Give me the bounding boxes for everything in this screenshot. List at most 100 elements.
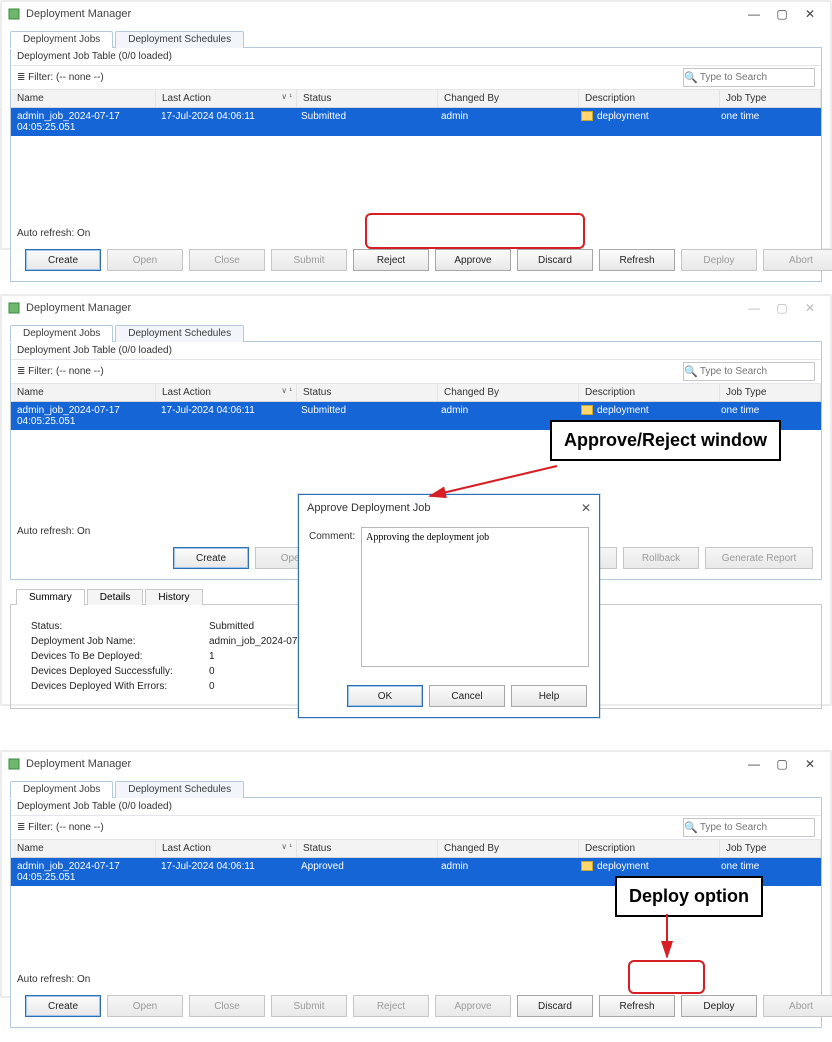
col-status[interactable]: Status [297,90,438,107]
dialog-cancel-button[interactable]: Cancel [429,685,505,707]
col-name[interactable]: Name [11,90,156,107]
col-job-type[interactable]: Job Type [720,384,821,401]
dialog-help-button[interactable]: Help [511,685,587,707]
filter-label[interactable]: Filter: (-- none --) [17,822,104,833]
window-close-button[interactable]: ✕ [796,754,824,774]
cell-job-type: one time [715,108,821,136]
titlebar: Deployment Manager — ▢ ✕ [2,2,830,26]
tab-history[interactable]: History [145,589,202,605]
folder-icon [581,861,593,871]
summary-success-label: Devices Deployed Successfully: [31,664,209,679]
discard-button[interactable]: Discard [517,249,593,271]
window-minimize-button[interactable]: — [740,4,768,24]
action-button-bar: Create Open Close Submit Reject Approve … [11,243,821,281]
window-maximize-button[interactable]: ▢ [768,754,796,774]
deployment-manager-window-1: Deployment Manager — ▢ ✕ Deployment Jobs… [0,0,832,250]
search-box[interactable]: 🔍 [683,818,815,837]
search-box[interactable]: 🔍 [683,68,815,87]
summary-jobname-label: Deployment Job Name: [31,634,209,649]
auto-refresh-status: Auto refresh: On [11,224,821,243]
tab-deployment-jobs[interactable]: Deployment Jobs [10,781,113,798]
window-maximize-button: ▢ [768,298,796,318]
summary-devices-label: Devices To Be Deployed: [31,649,209,664]
col-description[interactable]: Description [579,90,720,107]
app-icon [8,758,20,770]
col-description[interactable]: Description [579,384,720,401]
table-header: Name Last Action∨ ¹ Status Changed By De… [11,90,821,108]
col-last-action[interactable]: Last Action∨ ¹ [156,840,297,857]
refresh-button[interactable]: Refresh [599,995,675,1017]
col-status[interactable]: Status [297,384,438,401]
col-job-type[interactable]: Job Type [720,840,821,857]
refresh-button[interactable]: Refresh [599,249,675,271]
tab-deployment-jobs[interactable]: Deployment Jobs [10,31,113,48]
close-button: Close [189,249,265,271]
approve-button: Approve [435,995,511,1017]
tab-deployment-schedules[interactable]: Deployment Schedules [115,781,244,798]
reject-button: Reject [353,995,429,1017]
dialog-ok-button[interactable]: OK [347,685,423,707]
submit-button: Submit [271,249,347,271]
col-name[interactable]: Name [11,384,156,401]
app-title: Deployment Manager [26,8,131,20]
col-last-action[interactable]: Last Action∨ ¹ [156,384,297,401]
approve-button[interactable]: Approve [435,249,511,271]
close-button: Close [189,995,265,1017]
reject-button[interactable]: Reject [353,249,429,271]
approve-deployment-job-dialog: Approve Deployment Job ✕ Comment: Approv… [298,494,600,718]
folder-icon [581,405,593,415]
search-input[interactable] [698,366,814,377]
sort-indicator-icon: ∨ ¹ [281,386,292,395]
deploy-button[interactable]: Deploy [681,995,757,1017]
action-button-bar: Create Open Close Submit Reject Approve … [11,989,821,1027]
window-minimize-button[interactable]: — [740,754,768,774]
create-button[interactable]: Create [173,547,249,569]
col-changed-by[interactable]: Changed By [438,384,579,401]
cell-last-action: 17-Jul-2024 04:06:11 [155,108,295,136]
rollback-button: Rollback [623,547,699,569]
filter-label[interactable]: Filter: (-- none --) [17,72,104,83]
create-button[interactable]: Create [25,249,101,271]
job-table-panel: Deployment Job Table (0/0 loaded) Filter… [10,47,822,282]
col-changed-by[interactable]: Changed By [438,90,579,107]
search-input[interactable] [698,822,814,833]
search-input[interactable] [698,72,814,83]
tab-details[interactable]: Details [87,589,144,605]
col-last-action[interactable]: Last Action∨ ¹ [156,90,297,107]
dialog-close-button[interactable]: ✕ [581,501,591,515]
app-icon [8,302,20,314]
col-name[interactable]: Name [11,840,156,857]
search-box[interactable]: 🔍 [683,362,815,381]
window-minimize-button: — [740,298,768,318]
folder-icon [581,111,593,121]
main-tabs: Deployment Jobs Deployment Schedules [10,30,830,47]
col-job-type[interactable]: Job Type [720,90,821,107]
search-icon: 🔍 [684,365,698,378]
filter-label[interactable]: Filter: (-- none --) [17,366,104,377]
abort-button: Abort [763,249,832,271]
cell-name: admin_job_2024-07-17 04:05:25.051 [11,108,155,136]
dialog-title: Approve Deployment Job [307,502,431,514]
search-icon: 🔍 [684,71,698,84]
create-button[interactable]: Create [25,995,101,1017]
window-close-button[interactable]: ✕ [796,4,824,24]
col-changed-by[interactable]: Changed By [438,840,579,857]
titlebar: Deployment Manager — ▢ ✕ [2,752,830,776]
col-description[interactable]: Description [579,840,720,857]
tab-summary[interactable]: Summary [16,589,85,605]
tab-deployment-schedules[interactable]: Deployment Schedules [115,31,244,48]
col-status[interactable]: Status [297,840,438,857]
app-title: Deployment Manager [26,302,131,314]
discard-button[interactable]: Discard [517,995,593,1017]
tab-deployment-schedules[interactable]: Deployment Schedules [115,325,244,342]
titlebar: Deployment Manager — ▢ ✕ [2,296,830,320]
submit-button: Submit [271,995,347,1017]
search-icon: 🔍 [684,821,698,834]
tab-deployment-jobs[interactable]: Deployment Jobs [10,325,113,342]
app-title: Deployment Manager [26,758,131,770]
app-icon [8,8,20,20]
window-maximize-button[interactable]: ▢ [768,4,796,24]
panel-title: Deployment Job Table (0/0 loaded) [11,48,821,65]
table-row[interactable]: admin_job_2024-07-17 04:05:25.051 17-Jul… [11,108,821,136]
comment-textarea[interactable]: Approving the deployment job [361,527,589,667]
